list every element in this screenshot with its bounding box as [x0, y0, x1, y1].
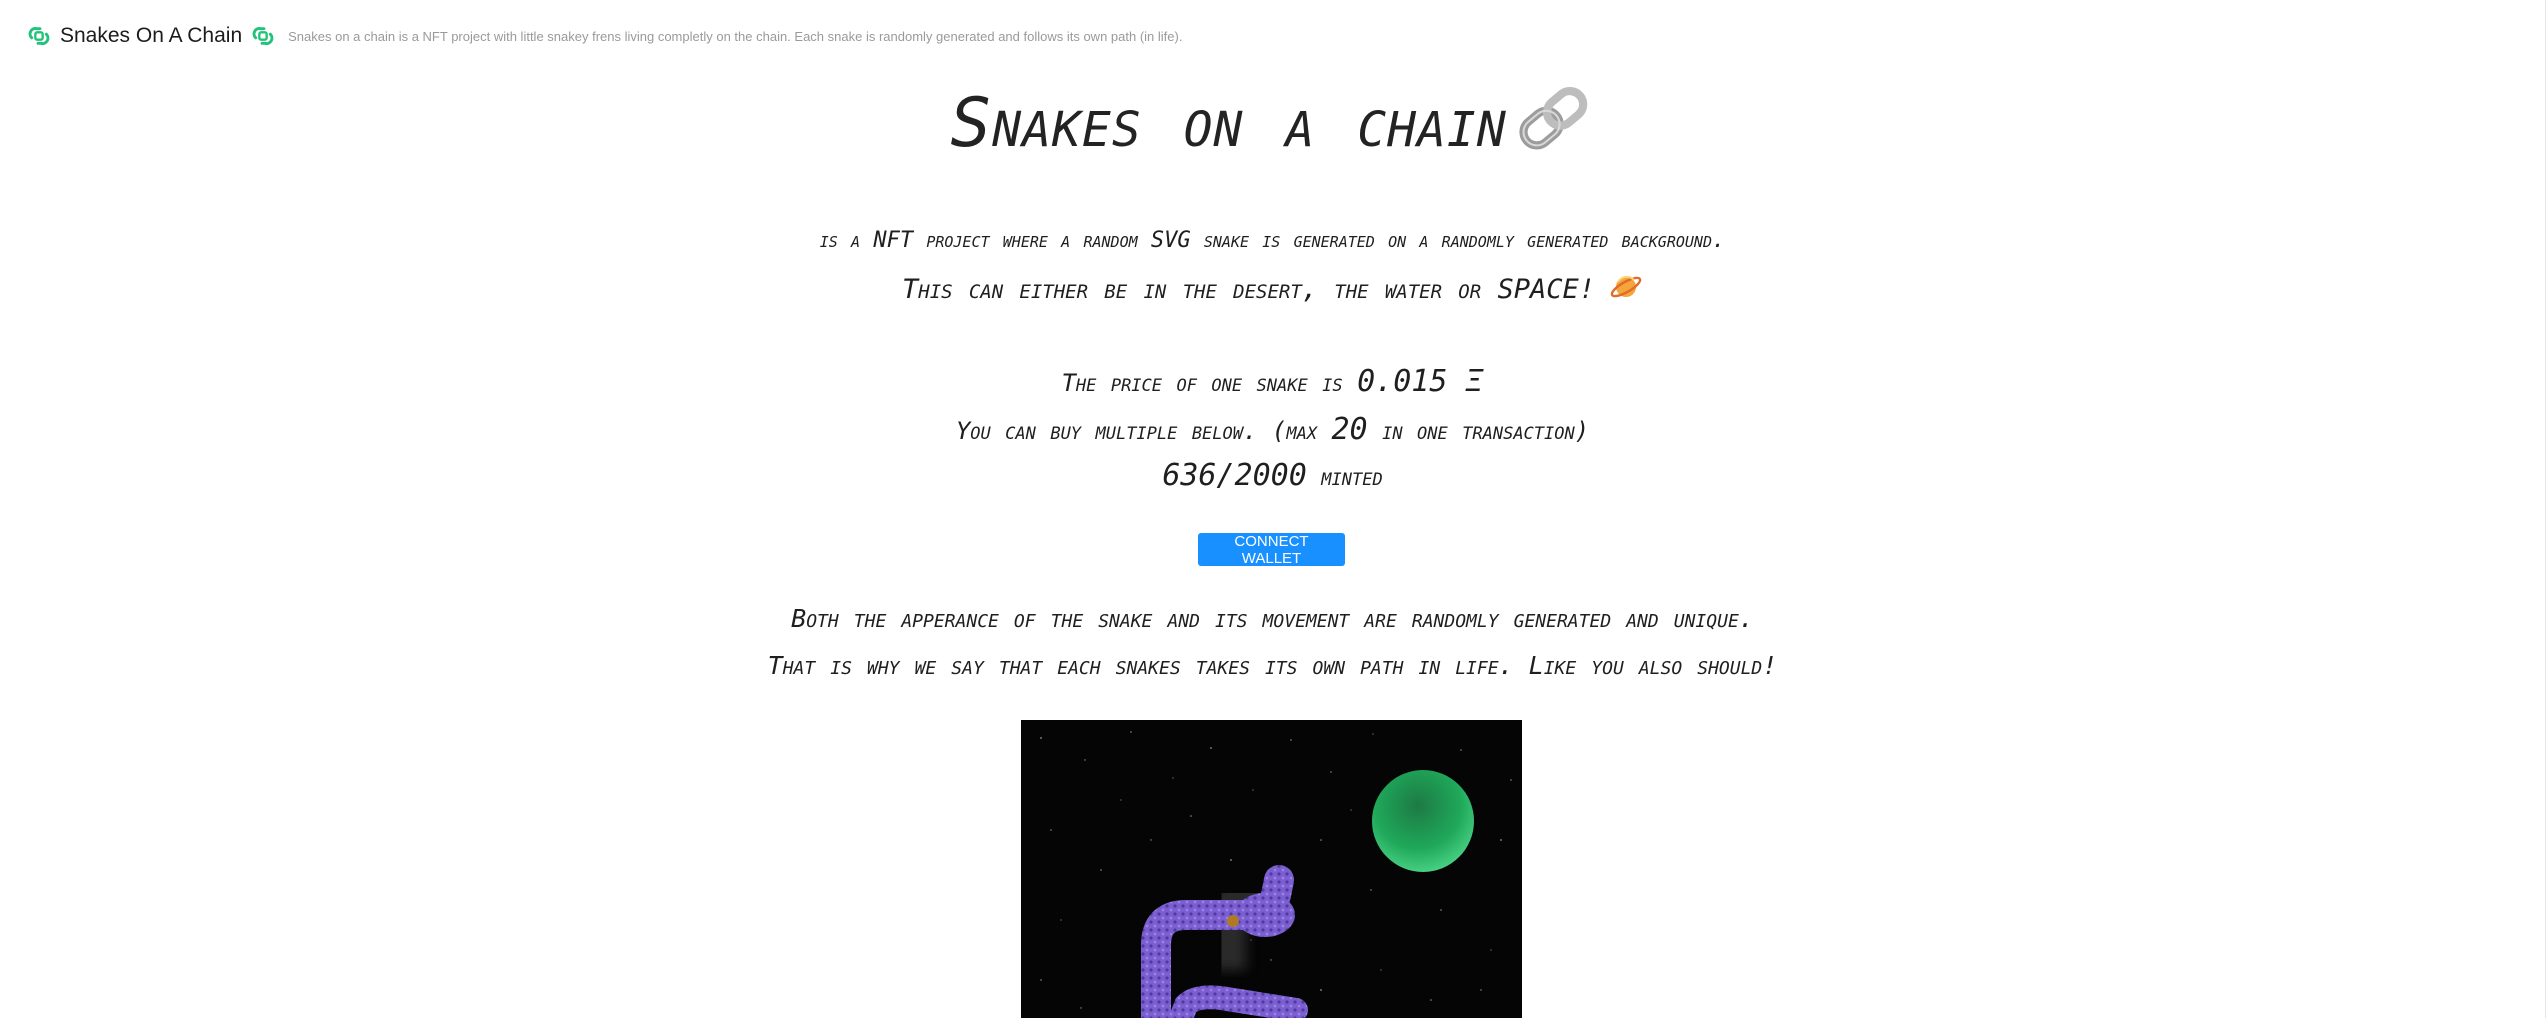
price-value: 0.015 Ξ [1357, 364, 1484, 399]
main-content: Snakes on a chain is a NFT project where… [0, 0, 2545, 1018]
price-prefix: The price of one snake is [1061, 369, 1343, 397]
link-emoji-icon [1519, 86, 1587, 149]
intro-line-1: is a NFT project where a random SVG snak… [819, 228, 1726, 253]
price-line: The price of one snake is 0.015 Ξ [0, 364, 2545, 399]
buy-multiple-line: You can buy multiple below. (max 20 in o… [0, 412, 2545, 447]
page-title: Snakes on a chain [950, 84, 1507, 163]
buy-prefix: You can buy multiple below. (max [955, 417, 1318, 445]
minted-count: 636/2000 [1162, 458, 1307, 493]
intro-line-2: This can either be in the desert, the wa… [0, 270, 2545, 305]
minted-line: 636/2000 minted [0, 458, 2545, 493]
description-line-1: Both the apperance of the snake and its … [791, 604, 1754, 633]
hero-title-row: Snakes on a chain [0, 84, 2545, 163]
intro-line-2-text: This can either be in the desert, the wa… [902, 274, 1595, 305]
snake-preview-image [1021, 720, 1522, 1018]
description-line-2: That is why we say that each snakes take… [767, 651, 1778, 680]
snake-svg-art [1021, 720, 1522, 1018]
max-value: 20 [1331, 412, 1368, 447]
ringed-planet-icon [1610, 275, 1642, 298]
buy-suffix: in one transaction) [1382, 417, 1590, 445]
connect-wallet-button[interactable]: CONNECT WALLET [1198, 533, 1345, 567]
minted-label: minted [1321, 463, 1383, 491]
